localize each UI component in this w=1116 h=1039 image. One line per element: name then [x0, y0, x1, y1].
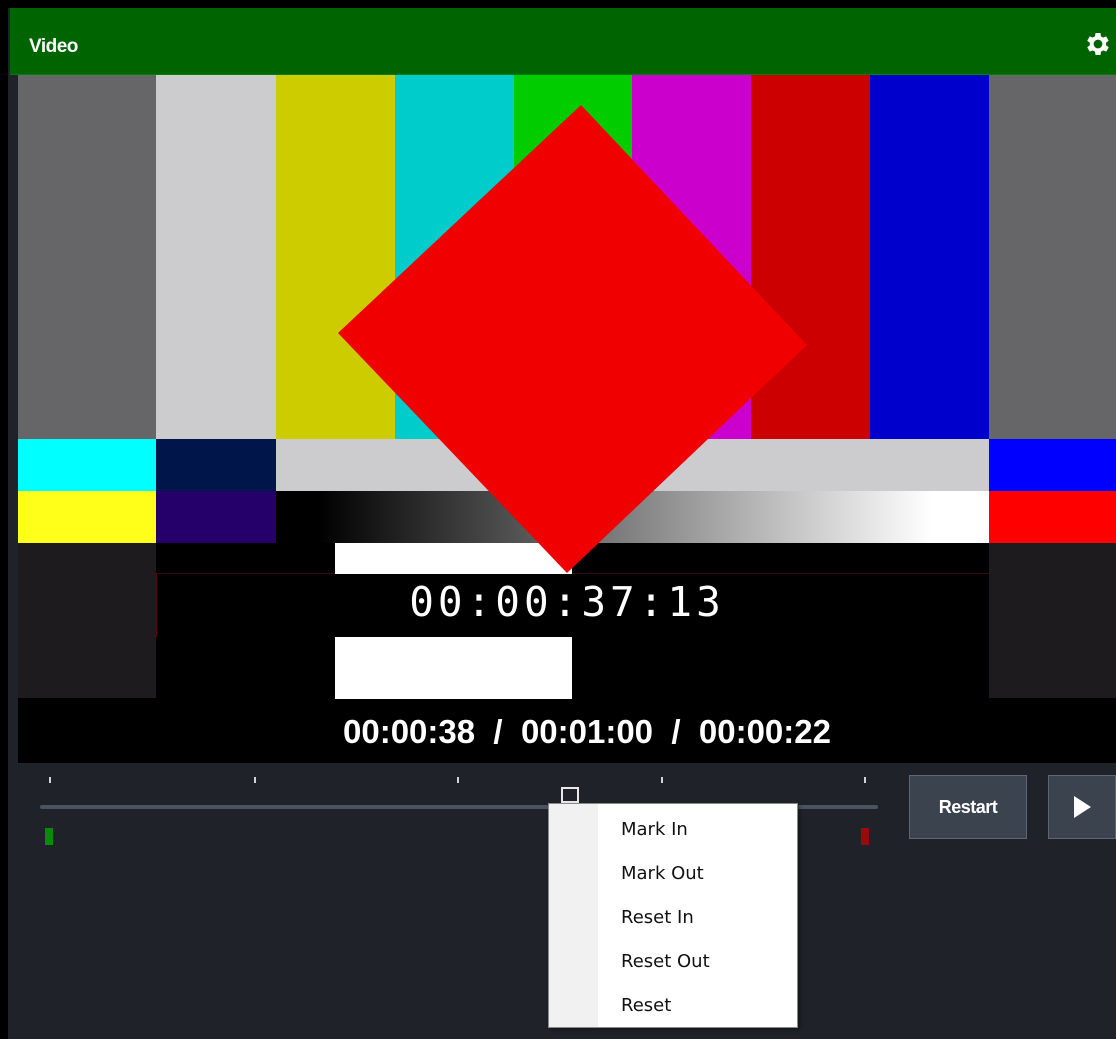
video-preview: 00:00:37:13 00:00:38 / 00:01:00 / 00:00:… — [18, 75, 1116, 763]
timeline-tick — [457, 777, 459, 783]
red-diamond — [338, 105, 807, 573]
menu-item-label: Reset Out — [621, 951, 710, 972]
menu-item-reset-out[interactable]: Reset Out — [549, 941, 797, 981]
playhead-handle[interactable] — [561, 787, 580, 803]
timecode: 00:00:37:13 — [409, 578, 725, 626]
timeline-readout: 00:00:38 / 00:01:00 / 00:00:22 — [343, 713, 831, 750]
timeline-tick — [254, 777, 256, 783]
play-button[interactable] — [1048, 775, 1116, 839]
panel-header: Video — [10, 8, 1116, 75]
diamond-shape — [338, 105, 807, 573]
menu-item-label: Reset In — [621, 907, 694, 928]
context-menu: Mark In Mark Out Reset In Reset Out Rese… — [548, 803, 798, 1028]
timeline-tick — [864, 777, 866, 783]
mark-in-marker[interactable] — [45, 828, 53, 845]
menu-item-mark-out[interactable]: Mark Out — [549, 853, 797, 893]
menu-item-label: Reset — [621, 995, 672, 1016]
mark-out-marker[interactable] — [861, 828, 869, 845]
timeline-tick — [49, 777, 51, 783]
panel-title: Video — [29, 36, 78, 57]
play-icon — [1074, 796, 1091, 818]
restart-button[interactable]: Restart — [909, 775, 1027, 839]
menu-item-label: Mark In — [621, 819, 688, 840]
menu-item-label: Mark Out — [621, 863, 704, 884]
gear-icon[interactable] — [1083, 29, 1113, 59]
timeline-tick — [661, 777, 663, 783]
menu-item-reset[interactable]: Reset — [549, 985, 797, 1025]
menu-item-mark-in[interactable]: Mark In — [549, 809, 797, 849]
menu-item-reset-in[interactable]: Reset In — [549, 897, 797, 937]
